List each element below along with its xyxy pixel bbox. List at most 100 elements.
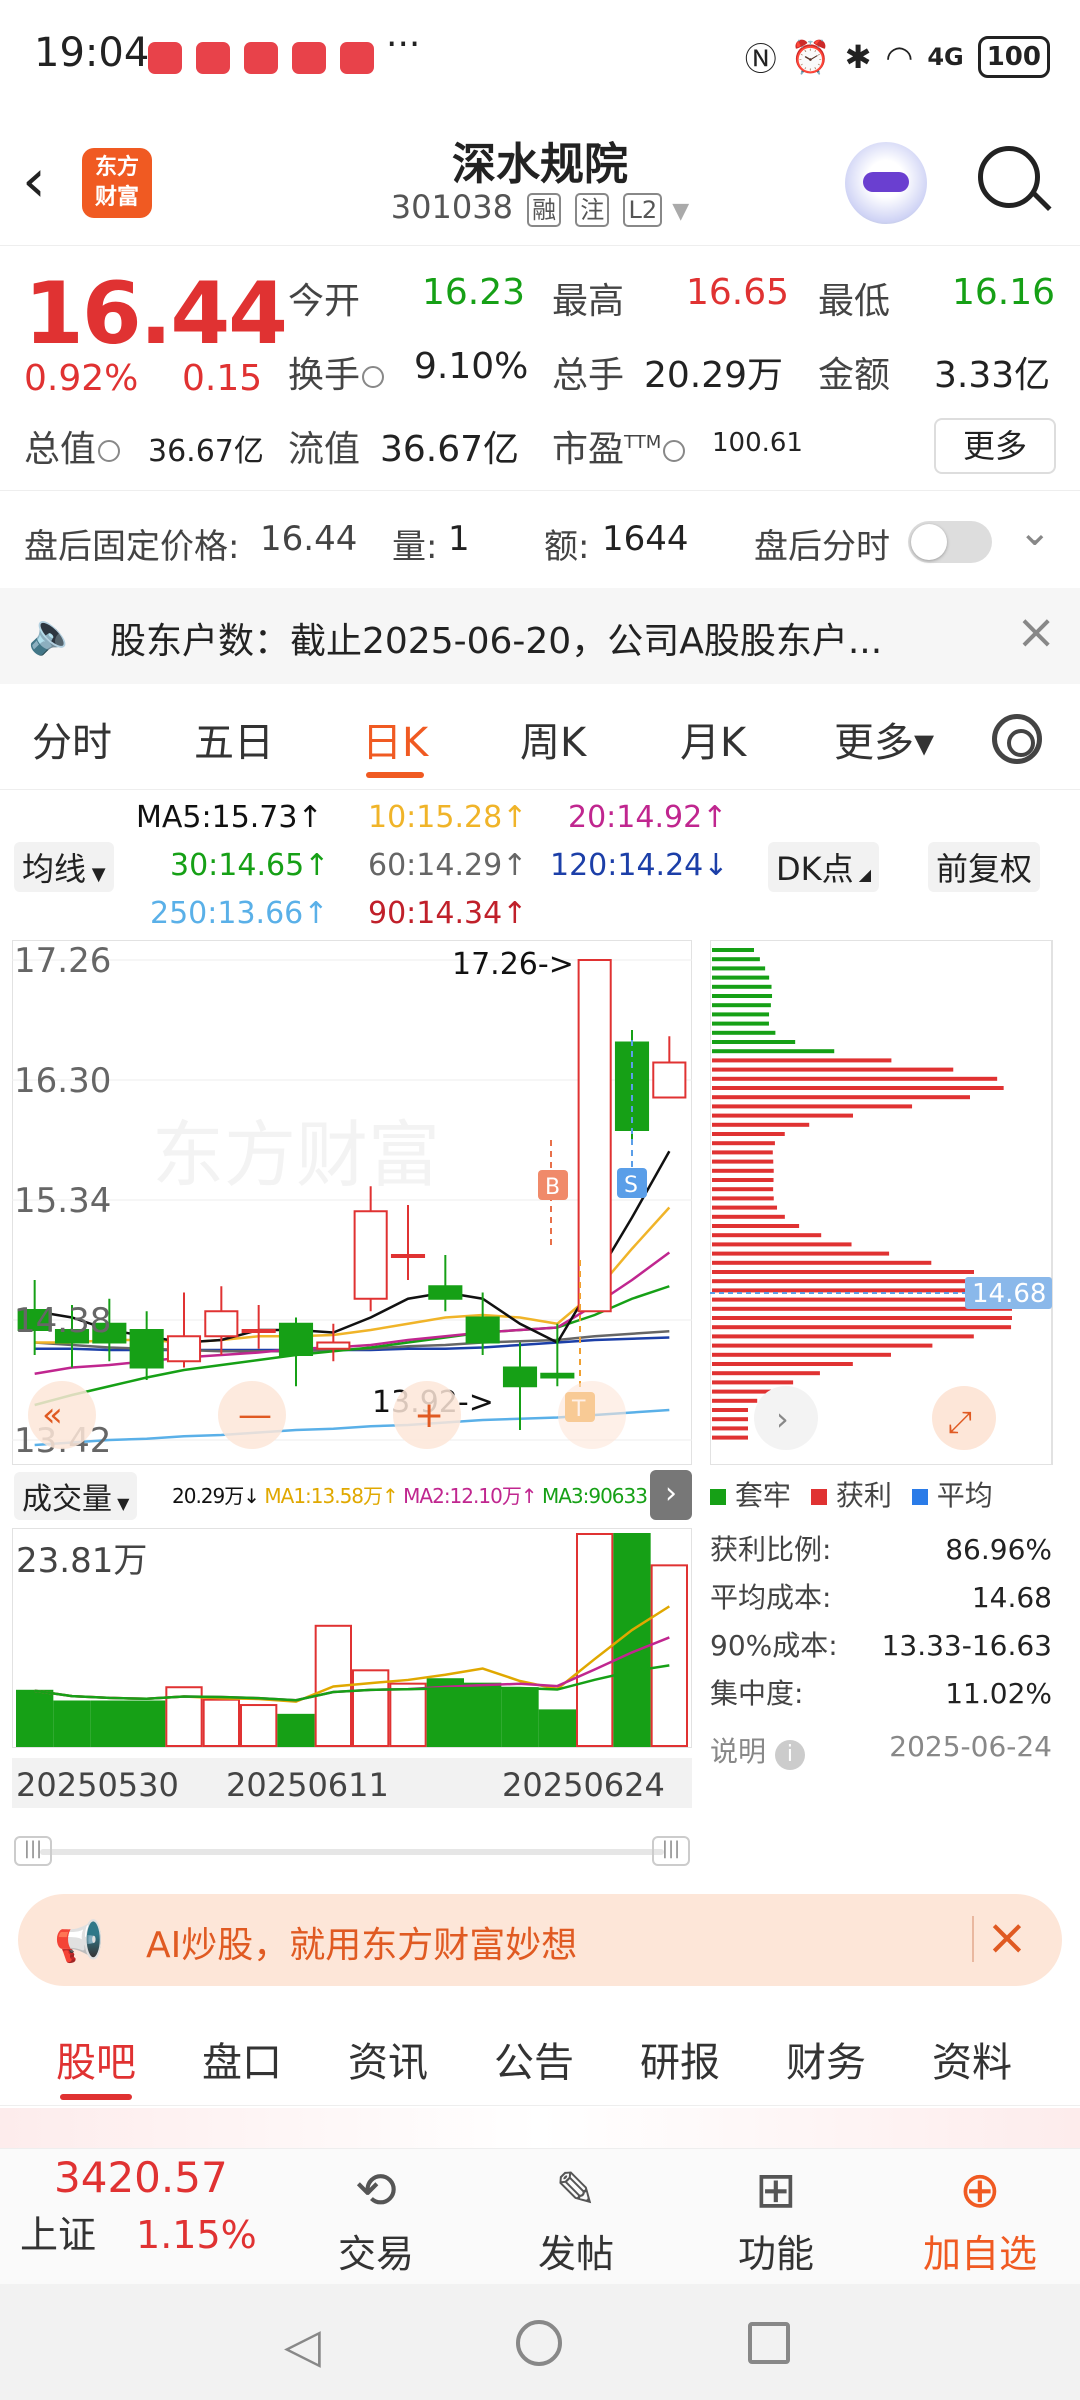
- after-qty-label: 量:: [392, 527, 438, 567]
- nav-back-icon[interactable]: ◁: [284, 2318, 321, 2374]
- fuquan-button[interactable]: 前复权: [928, 842, 1041, 892]
- chip-date: 2025-06-24: [889, 1730, 1052, 1763]
- add-watchlist-button[interactable]: ⊕ 加自选: [900, 2157, 1060, 2278]
- after-price: 16.44: [260, 519, 358, 559]
- search-icon[interactable]: [978, 146, 1040, 208]
- kline-chart[interactable]: 东方财富 17.2616.3015.3414.3813.42 17.26-> 1…: [12, 940, 692, 1465]
- legend-label: 套牢: [734, 1479, 791, 1512]
- volume-bar: [576, 1533, 614, 1747]
- info-icon[interactable]: [362, 366, 385, 388]
- note-label[interactable]: 说明: [710, 1735, 766, 1768]
- scroll-handle-right[interactable]: |||: [652, 1836, 690, 1866]
- chip-bar: [712, 948, 754, 952]
- expand-right-icon[interactable]: ›: [650, 1470, 692, 1520]
- scroll-right-button[interactable]: [558, 1381, 626, 1449]
- tab-more[interactable]: 更多▾: [834, 710, 934, 768]
- gear-icon[interactable]: [992, 714, 1042, 764]
- ai-promo-text[interactable]: AI炒股，就用东方财富妙想: [146, 1916, 577, 1968]
- index-pct: 1.15%: [136, 2213, 257, 2257]
- info-icon[interactable]: i: [774, 1740, 805, 1770]
- registration-tag: 注: [575, 193, 610, 227]
- info-icon[interactable]: [663, 440, 686, 462]
- chip-bar: [712, 1132, 785, 1136]
- corner-icon: ◢: [853, 865, 872, 884]
- legend-profit: 获利: [810, 1474, 892, 1514]
- nav-home-icon[interactable]: [516, 2320, 562, 2366]
- content-tabs: 股吧 盘口 资讯 公告 研报 财务 资料: [0, 2002, 1080, 2106]
- trade-button[interactable]: ⟲ 交易: [296, 2157, 456, 2278]
- y-tick-label: 14.38: [14, 1301, 111, 1341]
- ai-promo-bar[interactable]: 📢 AI炒股，就用东方财富妙想 ×: [18, 1894, 1062, 1986]
- scroll-track: [40, 1849, 664, 1855]
- tab-fenshi[interactable]: 分时: [32, 710, 112, 768]
- chart-scrollbar[interactable]: ||| |||: [14, 1836, 690, 1866]
- tab-news[interactable]: 资讯: [348, 2030, 428, 2088]
- notice-bar[interactable]: 🔈 股东户数：截止2025-06-20，公司A股股东户... ×: [0, 588, 1080, 684]
- notice-text[interactable]: 股东户数：截止2025-06-20，公司A股股东户...: [110, 612, 882, 664]
- chip-bar: [712, 1380, 794, 1385]
- tab-announcements[interactable]: 公告: [494, 2030, 574, 2088]
- after-hours-toggle[interactable]: [908, 521, 992, 563]
- bottom-action-bar: 3420.57 上证 1.15% ⟲ 交易 ✎ 发帖 ⊞ 功能 ⊕ 加自选: [0, 2148, 1080, 2284]
- tab-guba[interactable]: 股吧: [56, 2030, 136, 2100]
- post-button[interactable]: ✎ 发帖: [496, 2157, 656, 2278]
- chip-bar: [712, 1205, 778, 1210]
- after-hours-row: 盘后固定价格: 16.44 量: 1 额: 1644 盘后分时 ⌄: [0, 490, 1080, 586]
- info-icon[interactable]: [98, 440, 121, 462]
- candle-body: [353, 1210, 388, 1300]
- megaphone-icon: 📢: [54, 1919, 104, 1965]
- legend-swatch: [810, 1489, 827, 1505]
- dk-point-button[interactable]: DK点 ◢: [768, 842, 880, 892]
- chevron-down-icon[interactable]: ⌄: [1018, 509, 1052, 555]
- tab-finance[interactable]: 财务: [786, 2030, 866, 2088]
- chip-bar: [712, 1196, 774, 1201]
- nav-recents-icon[interactable]: [748, 2322, 790, 2364]
- chip-bar: [712, 1343, 933, 1348]
- tab-five-day[interactable]: 五日: [194, 710, 274, 768]
- chip-bar: [712, 1435, 748, 1440]
- double-left-icon: «: [42, 1395, 63, 1435]
- candle-body: [390, 1254, 426, 1258]
- index-ticker[interactable]: 3420.57 上证 1.15%: [20, 2153, 290, 2259]
- ma30-value: 30:14.65↑: [170, 848, 330, 883]
- chip-stat-label: 90%成本:: [710, 1629, 838, 1662]
- chip-bar: [712, 1214, 785, 1219]
- functions-button[interactable]: ⊞ 功能: [696, 2157, 856, 2278]
- tab-day-k[interactable]: 日K: [362, 710, 428, 778]
- tab-week-k[interactable]: 周K: [520, 710, 586, 768]
- chip-stat-row: 平均成本: 14.68: [710, 1574, 1052, 1622]
- tab-profile[interactable]: 资料: [932, 2030, 1012, 2088]
- close-icon[interactable]: ×: [1016, 604, 1056, 660]
- robot-assistant-icon[interactable]: [845, 142, 927, 224]
- ma250-value: 250:13.66↑: [150, 896, 329, 931]
- low-value: 16.16: [952, 272, 1056, 313]
- chip-bar: [712, 1270, 974, 1274]
- mcap-label-text: 总值: [24, 429, 97, 470]
- volume-bar: [240, 1704, 278, 1747]
- tab-pankou[interactable]: 盘口: [202, 2030, 282, 2088]
- system-icons: Ⓝ ⏰ ✱ ◠ 4G 100: [745, 34, 1050, 80]
- chip-bar: [712, 984, 772, 989]
- tab-month-k[interactable]: 月K: [680, 710, 746, 768]
- last-price: 16.44: [24, 264, 288, 364]
- wifi-icon: ◠: [885, 38, 914, 76]
- chevron-down-icon[interactable]: ▼: [672, 199, 689, 224]
- quote-panel: 16.44 0.92% 0.15 总值 36.67亿 今开 16.23 最高 1…: [0, 246, 1080, 486]
- ma-selector[interactable]: 均线 ▼: [14, 842, 114, 892]
- plus-icon: +: [414, 1395, 444, 1436]
- more-button[interactable]: 更多: [934, 418, 1056, 474]
- ma10-value: 10:15.28↑: [368, 800, 528, 835]
- volume-selector[interactable]: 成交量 ▼: [14, 1472, 138, 1520]
- chip-bar: [712, 1113, 854, 1118]
- date-label: 20250530: [16, 1766, 179, 1804]
- tab-research[interactable]: 研报: [640, 2030, 720, 2088]
- scroll-handle-left[interactable]: |||: [14, 1836, 52, 1866]
- chip-bar: [712, 1067, 954, 1072]
- volume-bar: [202, 1698, 241, 1747]
- alarm-icon: ⏰: [790, 38, 831, 76]
- plus-circle-icon: ⊕: [959, 2161, 1001, 2219]
- chip-bar: [712, 1049, 835, 1054]
- legend-label: 平均: [936, 1479, 993, 1512]
- high-value: 16.65: [686, 272, 790, 313]
- close-icon[interactable]: ×: [986, 1908, 1028, 1966]
